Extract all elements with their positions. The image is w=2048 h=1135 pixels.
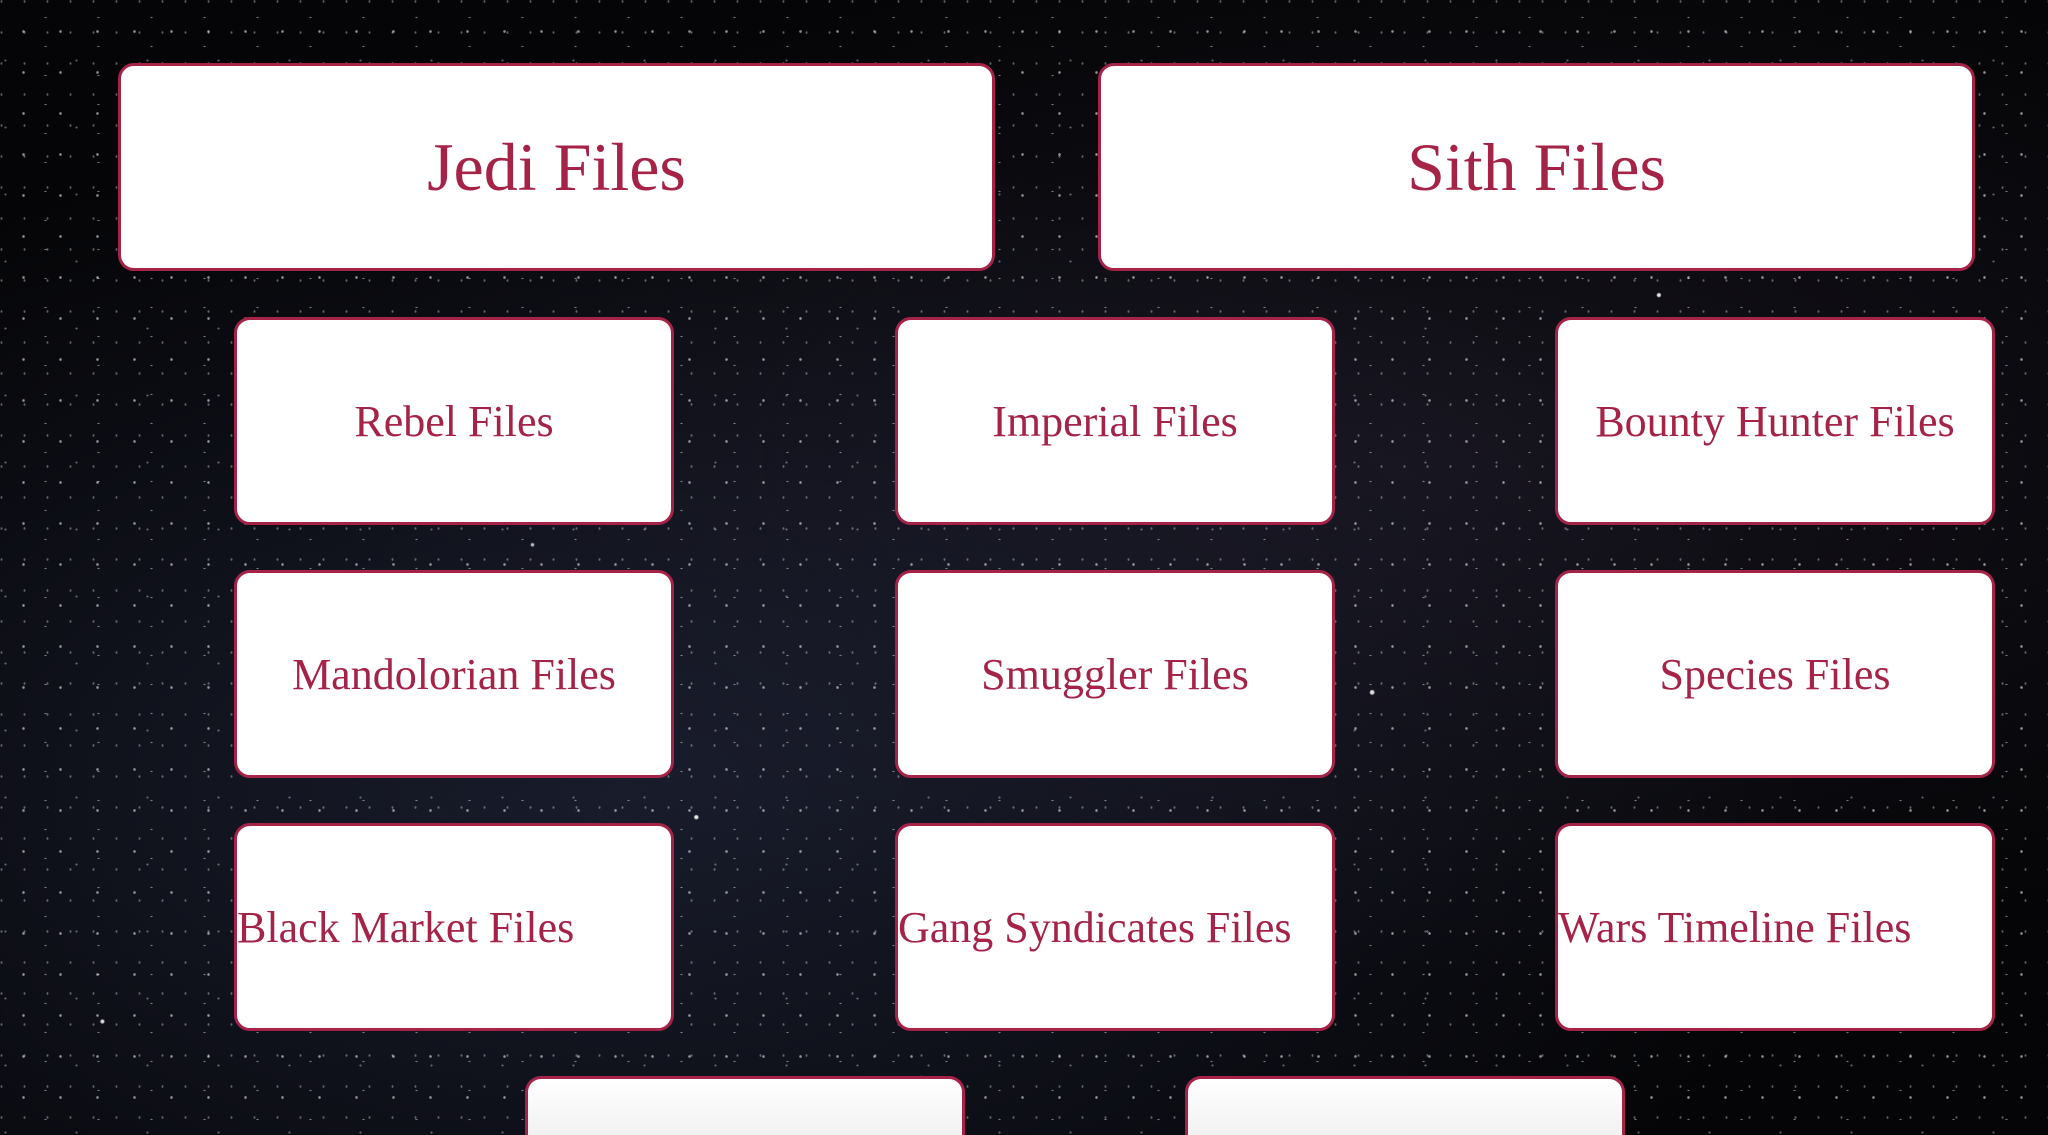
gang-syndicates-files-label: Gang Syndicates Files	[898, 902, 1292, 952]
sith-files-label: Sith Files	[1407, 128, 1666, 205]
black-market-files-label: Black Market Files	[237, 902, 575, 952]
smuggler-files-button[interactable]: Smuggler Files	[895, 570, 1335, 778]
imperial-files-label: Imperial Files	[992, 396, 1238, 446]
smuggler-files-label: Smuggler Files	[981, 649, 1249, 699]
species-files-button[interactable]: Species Files	[1555, 570, 1995, 778]
bounty-hunter-files-button[interactable]: Bounty Hunter Files	[1555, 317, 1995, 525]
wars-timeline-files-label: Wars Timeline Files	[1558, 902, 1912, 952]
black-market-files-button[interactable]: Black Market Files	[234, 823, 674, 1031]
bounty-hunter-files-label: Bounty Hunter Files	[1595, 396, 1955, 446]
partial-card-left[interactable]	[525, 1076, 965, 1135]
species-files-label: Species Files	[1659, 649, 1891, 699]
rebel-files-button[interactable]: Rebel Files	[234, 317, 674, 525]
rebel-files-label: Rebel Files	[354, 396, 554, 446]
imperial-files-button[interactable]: Imperial Files	[895, 317, 1335, 525]
jedi-files-button[interactable]: Jedi Files	[118, 63, 995, 271]
mandolorian-files-label: Mandolorian Files	[292, 649, 616, 699]
jedi-files-label: Jedi Files	[427, 128, 686, 205]
partial-card-right[interactable]	[1185, 1076, 1625, 1135]
mandolorian-files-button[interactable]: Mandolorian Files	[234, 570, 674, 778]
sith-files-button[interactable]: Sith Files	[1098, 63, 1975, 271]
wars-timeline-files-button[interactable]: Wars Timeline Files	[1555, 823, 1995, 1031]
gang-syndicates-files-button[interactable]: Gang Syndicates Files	[895, 823, 1335, 1031]
